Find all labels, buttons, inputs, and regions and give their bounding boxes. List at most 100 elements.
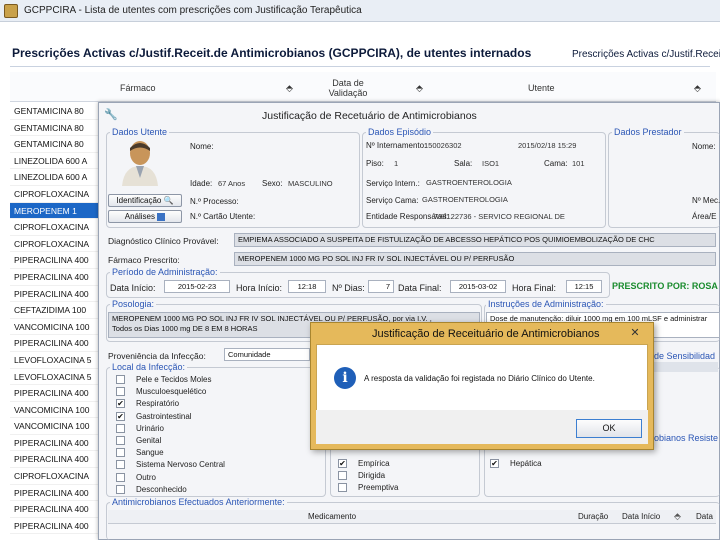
internamento-value: 150026302 xyxy=(424,141,462,150)
list-item[interactable]: GENTAMICINA 80 xyxy=(10,136,100,153)
checkbox[interactable] xyxy=(116,387,125,397)
checkbox[interactable] xyxy=(338,483,347,493)
checkbox-row[interactable]: ✔ Respiratório xyxy=(116,398,316,410)
checkbox-row[interactable]: ✔ Empírica xyxy=(338,458,468,470)
checkbox-row[interactable]: Genital xyxy=(116,435,316,447)
list-column-header: Fármaco ⬘ Data de Validação ⬘ Utente ⬘ xyxy=(10,72,716,102)
checkbox-label: Preemptiva xyxy=(358,483,399,493)
checkbox-row[interactable]: Dirigida xyxy=(338,470,468,482)
farmaco-prescrito-field[interactable]: MEROPENEM 1000 MG PO SOL INJ FR IV SOL I… xyxy=(234,252,716,266)
checkbox-label: Urinário xyxy=(136,423,165,433)
checkbox-row[interactable]: Pele e Tecidos Moles xyxy=(116,374,316,386)
checkbox-row[interactable]: Desconhecido xyxy=(116,484,316,496)
list-item[interactable]: GENTAMICINA 80 xyxy=(10,103,100,120)
list-item[interactable]: PIPERACILINA 400 xyxy=(10,269,100,286)
wrench-icon[interactable]: 🔧 xyxy=(104,108,118,121)
checkbox-row[interactable]: Sistema Nervoso Central xyxy=(116,459,316,471)
identificacao-button[interactable]: Identificação 🔍 xyxy=(108,194,182,207)
secondary-tab-title[interactable]: Prescrições Activas c/Justif.Receit. xyxy=(572,49,720,60)
list-item[interactable]: PIPERACILINA 400 xyxy=(10,518,100,535)
column-data-validacao[interactable]: Data de Validação xyxy=(320,78,376,98)
column-utente[interactable]: Utente xyxy=(528,83,555,93)
sala-label: Sala: xyxy=(454,159,473,168)
checkbox[interactable] xyxy=(116,448,125,458)
right-check-list: ✔ Hepática xyxy=(490,458,610,470)
sort-icon[interactable]: ⬘ xyxy=(286,83,293,94)
list-item[interactable]: LEVOFLOXACINA 5 xyxy=(10,352,100,369)
posologia-legend: Posologia: xyxy=(110,299,157,309)
nome-label: Nome: xyxy=(190,142,214,151)
checkbox-row[interactable]: Urinário xyxy=(116,423,316,435)
list-item[interactable]: PIPERACILINA 400 xyxy=(10,451,100,469)
column-farmaco[interactable]: Fármaco xyxy=(120,83,156,93)
sort-icon[interactable]: ⬘ xyxy=(674,511,681,522)
checkbox[interactable] xyxy=(116,435,125,445)
checkbox[interactable] xyxy=(116,460,125,470)
diagnostico-field[interactable]: EMPIEMA ASSOCIADO A SUSPEITA DE FISTULIZ… xyxy=(234,233,716,247)
data-final-field[interactable]: 2015-03-02 xyxy=(450,280,506,293)
list-item[interactable]: CIPROFLOXACINA xyxy=(10,468,100,485)
close-icon[interactable]: ✕ xyxy=(626,326,644,342)
list-item[interactable]: PIPERACILINA 400 xyxy=(10,485,100,502)
list-item[interactable]: VANCOMICINA 100 xyxy=(10,402,100,419)
checkbox-label: Sangue xyxy=(136,448,164,458)
list-item[interactable]: CIPROFLOXACINA xyxy=(10,186,100,203)
col-duracao[interactable]: Duração xyxy=(578,512,608,521)
list-item[interactable]: LINEZOLIDA 600 A xyxy=(10,153,100,170)
list-item[interactable]: PIPERACILINA 400 xyxy=(10,335,100,352)
window-titlebar: GCPPCIRA - Lista de utentes com prescriç… xyxy=(0,0,720,22)
checkbox-row[interactable]: Sangue xyxy=(116,447,316,459)
checkbox-row[interactable]: ✔ Gastrointestinal xyxy=(116,411,316,423)
checkbox-label: Dirigida xyxy=(358,471,386,481)
sort-icon[interactable]: ⬘ xyxy=(416,83,423,94)
checkbox-row[interactable]: Outro xyxy=(116,472,316,484)
sort-icon[interactable]: ⬘ xyxy=(694,83,701,94)
col-data[interactable]: Data xyxy=(696,512,713,521)
checkbox-row[interactable]: ✔ Hepática xyxy=(490,458,610,470)
prescription-list: GENTAMICINA 80 GENTAMICINA 80 GENTAMICINA … xyxy=(10,103,100,540)
list-item[interactable]: VANCOMICINA 100 xyxy=(10,418,100,435)
list-item[interactable]: PIPERACILINA 400 xyxy=(10,435,100,452)
checkbox[interactable] xyxy=(116,484,125,494)
list-item[interactable]: CIPROFLOXACINA xyxy=(10,236,100,253)
list-item[interactable]: CEFTAZIDIMA 100 xyxy=(10,302,100,319)
col-data-inicio[interactable]: Data Início xyxy=(622,512,660,521)
checkbox[interactable]: ✔ xyxy=(116,399,125,409)
servico-intern-label: Serviço Intern.: xyxy=(366,179,420,188)
checkbox[interactable]: ✔ xyxy=(490,459,499,468)
list-item[interactable]: LEVOFLOXACINA 5 xyxy=(10,369,100,386)
checkbox[interactable] xyxy=(116,472,125,482)
proveniencia-field[interactable]: Comunidade xyxy=(224,348,310,361)
list-item[interactable]: CIPROFLOXACINA xyxy=(10,219,100,236)
resistentes-label: obianos Resiste xyxy=(654,433,719,443)
checkbox[interactable]: ✔ xyxy=(338,459,347,468)
list-item[interactable]: PIPERACILINA 400 xyxy=(10,385,100,402)
hora-inicio-field[interactable]: 12:18 xyxy=(288,280,326,293)
list-item[interactable]: PIPERACILINA 400 xyxy=(10,286,100,303)
checkbox-row[interactable]: Musculoesquelético xyxy=(116,386,316,398)
list-item[interactable]: MEROPENEM 1 xyxy=(10,202,100,220)
analises-button[interactable]: Análises xyxy=(108,210,182,223)
list-item[interactable]: GENTAMICINA 80 xyxy=(10,120,100,137)
servico-cama-value: GASTROENTEROLOGIA xyxy=(422,195,508,204)
identificacao-button-label: Identificação xyxy=(116,196,162,205)
hora-final-field[interactable]: 12:15 xyxy=(566,280,602,293)
checkbox-row[interactable]: Preemptiva xyxy=(338,482,468,494)
hora-final-label: Hora Final: xyxy=(512,283,557,293)
checkbox[interactable] xyxy=(116,375,125,384)
col-medicamento[interactable]: Medicamento xyxy=(308,512,356,521)
list-item[interactable]: PIPERACILINA 400 xyxy=(10,501,100,518)
list-item[interactable]: LINEZOLIDA 600 A xyxy=(10,169,100,186)
n-dias-field[interactable]: 7 xyxy=(368,280,394,293)
data-inicio-field[interactable]: 2015-02-23 xyxy=(164,280,230,293)
antimicrobianos-grid-header: Medicamento Duração Data Início ⬘ Data xyxy=(108,510,716,524)
processo-label: N.º Processo: xyxy=(190,197,239,206)
checkbox[interactable]: ✔ xyxy=(116,411,125,421)
list-item[interactable]: VANCOMICINA 100 xyxy=(10,319,100,336)
prestador-mec-label: Nº Mec. xyxy=(692,196,720,205)
entidade-value: 798122736 - SERVICO REGIONAL DE xyxy=(434,212,565,221)
ok-button[interactable]: OK xyxy=(576,419,642,438)
list-item[interactable]: PIPERACILINA 400 xyxy=(10,252,100,269)
checkbox[interactable] xyxy=(338,471,347,481)
checkbox[interactable] xyxy=(116,423,125,433)
